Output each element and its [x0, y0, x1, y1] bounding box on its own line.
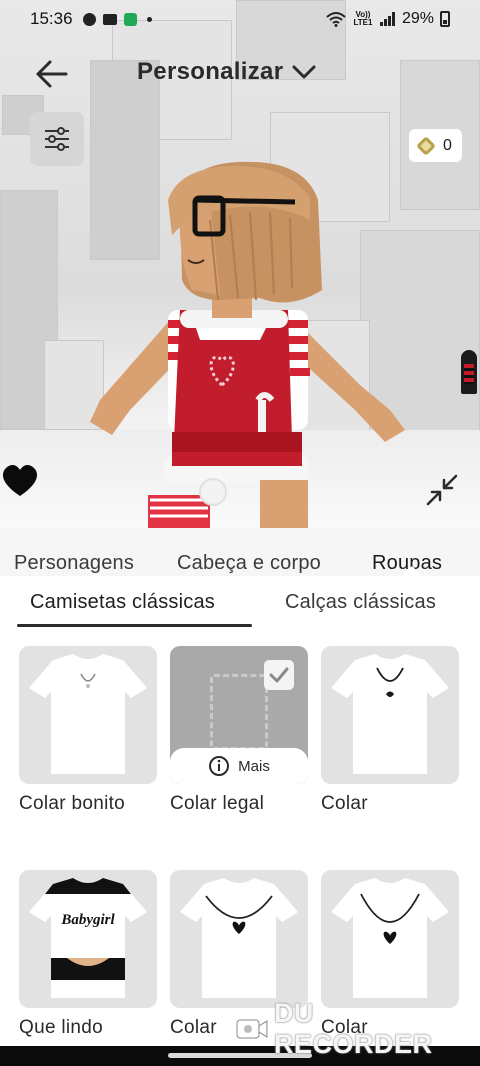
recorder-watermark: DU RECORDER [236, 998, 480, 1060]
item-label: Colar [321, 793, 368, 814]
page-title-dropdown[interactable]: Personalizar [137, 58, 317, 86]
signal-icon [379, 12, 395, 26]
more-info-button[interactable]: Mais [170, 748, 308, 784]
item-thumbnail [19, 646, 157, 784]
battery-percent: 29% [401, 10, 434, 27]
rotate-handle[interactable] [199, 478, 227, 506]
tab-cabeca-e-corpo[interactable]: Cabeça e corpo [177, 552, 321, 575]
subcategory-tabs: Camisetas clássicas Calças clássicas [0, 576, 480, 628]
info-icon [209, 756, 230, 776]
battery-icon [440, 11, 450, 27]
selected-checkbox[interactable] [264, 660, 294, 690]
item-card[interactable]: Colar [321, 646, 459, 815]
robux-balance[interactable]: 0 [409, 129, 462, 162]
item-label: Que lindo [19, 1017, 104, 1038]
tab-calcas-classicas[interactable]: Calças clássicas [285, 591, 436, 614]
robux-icon [416, 135, 436, 156]
collapse-view-button[interactable] [424, 472, 460, 513]
item-thumbnail [321, 646, 459, 784]
whatsapp-icon [123, 12, 137, 26]
chevron-down-icon [292, 65, 316, 79]
shirt-icon [29, 654, 147, 774]
image-placeholder-icon [210, 674, 268, 750]
shirt-icon [331, 654, 449, 774]
watermark-text: DU RECORDER [273, 998, 433, 1059]
video-icon [102, 13, 117, 25]
more-label: Mais [238, 757, 270, 775]
shirt-icon [331, 878, 449, 998]
avatar-figure [90, 161, 405, 528]
item-card[interactable]: Babygirl Que lindo [19, 870, 157, 1039]
status-bar: 15:36 Vo)) LTE1 29% [0, 0, 480, 38]
item-thumbnail: Mais [170, 646, 308, 784]
shirt-icon [180, 878, 298, 998]
favorite-button[interactable] [0, 460, 40, 505]
wifi-icon [326, 12, 346, 27]
robux-amount: 0 [443, 136, 452, 154]
active-tab-caret [402, 566, 422, 576]
filter-button[interactable] [30, 112, 84, 166]
messenger-icon [82, 12, 96, 26]
collapse-arrows-icon [426, 474, 458, 506]
item-thumbnail [321, 870, 459, 1008]
item-label: Colar legal [170, 793, 265, 814]
shirt-icon [29, 878, 147, 998]
back-button[interactable] [30, 54, 74, 94]
page-title: Personalizar [137, 58, 284, 85]
checkmark-icon [269, 667, 289, 683]
rocket-ornament [461, 350, 477, 394]
sliders-icon [45, 127, 69, 151]
tab-camisetas-classicas[interactable]: Camisetas clássicas [30, 591, 215, 614]
status-time: 15:36 [30, 9, 73, 28]
catalog-panel: Personagens Cabeça e corpo Roupas Camise… [0, 528, 480, 1066]
active-subtab-underline [17, 624, 252, 627]
tab-personagens[interactable]: Personagens [14, 552, 134, 575]
item-thumbnail [170, 870, 308, 1008]
item-card[interactable]: Colar bonito [19, 646, 157, 815]
item-label: Colar bonito [19, 793, 126, 814]
notification-dot-icon [146, 16, 152, 22]
network-type: Vo)) LTE1 [353, 10, 373, 27]
shirt-print-text: Babygirl [61, 912, 115, 928]
camera-icon [236, 1019, 268, 1039]
item-card-selected[interactable]: Mais Colar legal [170, 646, 308, 815]
arrow-left-icon [36, 60, 68, 88]
item-thumbnail: Babygirl [19, 870, 157, 1008]
heart-icon [2, 464, 38, 496]
